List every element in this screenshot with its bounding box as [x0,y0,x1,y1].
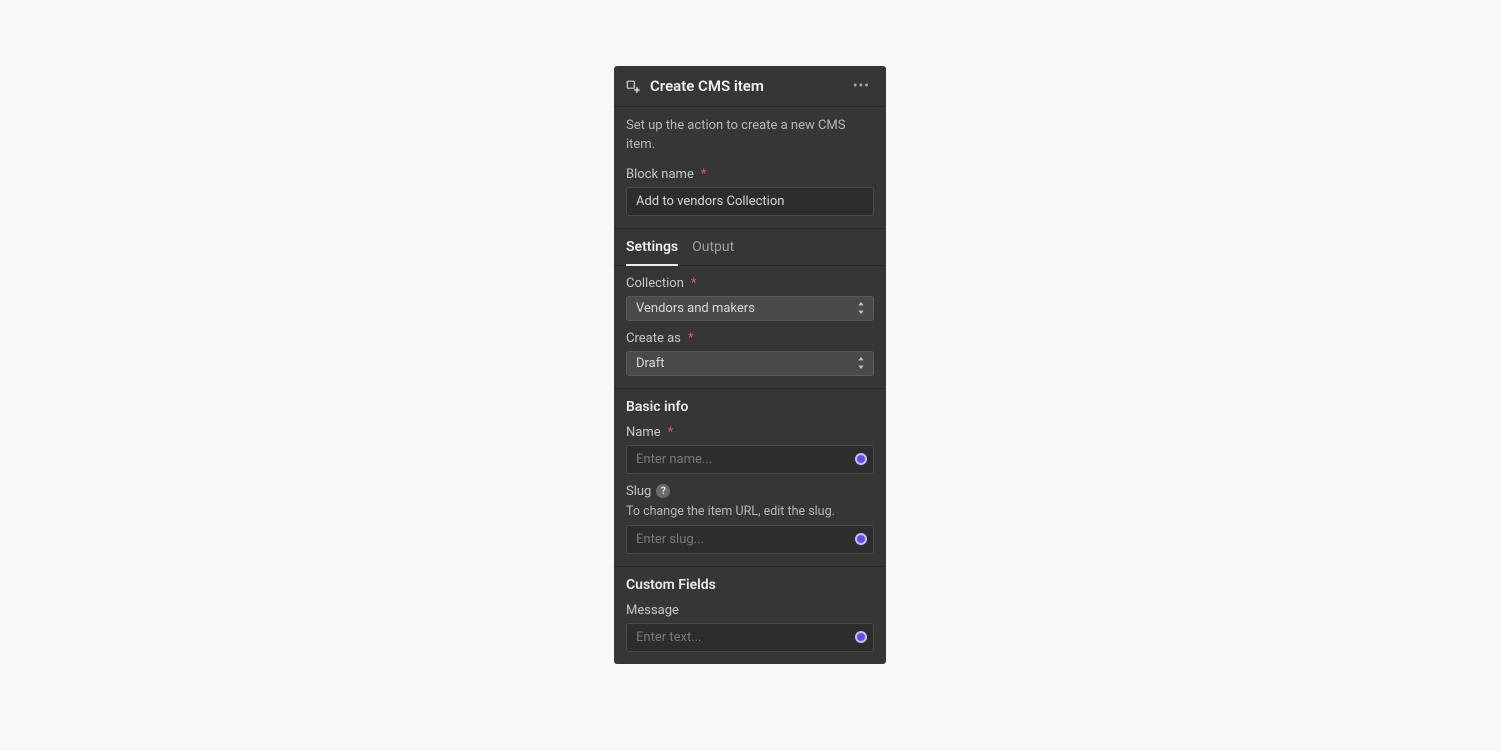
name-field: Name* [626,425,874,474]
intro-description: Set up the action to create a new CMS it… [626,117,874,155]
block-name-input[interactable] [626,187,874,216]
required-indicator: * [688,331,694,346]
custom-fields-section: Custom Fields Message [614,567,886,664]
create-as-label: Create as* [626,331,874,346]
required-indicator: * [701,167,707,182]
name-label: Name* [626,425,874,440]
settings-section: Collection* Vendors and makers Create as… [614,266,886,389]
panel-header: Create CMS item ••• [614,66,886,107]
create-as-select[interactable]: Draft [626,351,874,376]
panel-title: Create CMS item [650,77,839,95]
more-options-button[interactable]: ••• [849,76,874,96]
custom-fields-title: Custom Fields [626,577,874,593]
create-as-field: Create as* Draft [626,331,874,376]
create-cms-item-panel: Create CMS item ••• Set up the action to… [614,66,886,664]
help-icon[interactable]: ? [656,484,670,498]
chevron-up-down-icon [856,302,866,314]
block-name-field: Block name* [626,167,874,216]
tabs-row: Settings Output [614,229,886,266]
tab-output[interactable]: Output [692,239,734,265]
slug-helper-text: To change the item URL, edit the slug. [626,504,874,519]
insert-variable-button[interactable] [855,453,867,465]
basic-info-title: Basic info [626,399,874,415]
message-label: Message [626,603,874,618]
message-input[interactable] [626,623,874,652]
create-as-value: Draft [636,356,665,371]
slug-label: Slug ? [626,484,874,499]
required-indicator: * [668,425,674,440]
slug-input[interactable] [626,525,874,554]
block-name-label: Block name* [626,167,874,182]
insert-variable-button[interactable] [855,631,867,643]
chevron-up-down-icon [856,357,866,369]
name-input[interactable] [626,445,874,474]
slug-field: Slug ? To change the item URL, edit the … [626,484,874,554]
tab-settings[interactable]: Settings [626,239,678,265]
collection-value: Vendors and makers [636,301,755,316]
collection-label: Collection* [626,276,874,291]
basic-info-section: Basic info Name* Slug ? To change the it… [614,389,886,567]
collection-select[interactable]: Vendors and makers [626,296,874,321]
cms-item-icon [626,79,640,93]
insert-variable-button[interactable] [855,533,867,545]
collection-field: Collection* Vendors and makers [626,276,874,321]
required-indicator: * [691,276,697,291]
intro-section: Set up the action to create a new CMS it… [614,107,886,229]
